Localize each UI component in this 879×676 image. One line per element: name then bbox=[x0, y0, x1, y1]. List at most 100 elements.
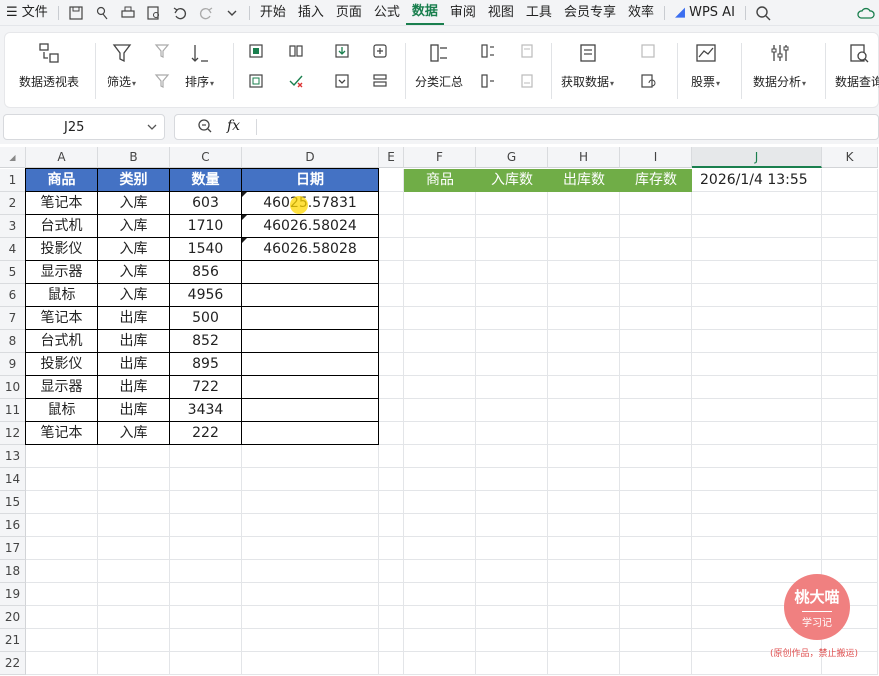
clear-filter-icon[interactable] bbox=[151, 41, 173, 61]
column-header-e[interactable]: E bbox=[379, 147, 404, 168]
tab-formula[interactable]: 公式 bbox=[368, 0, 406, 26]
table-cell[interactable]: 222 bbox=[170, 422, 242, 445]
tab-member[interactable]: 会员专享 bbox=[558, 0, 622, 26]
validation-icon[interactable] bbox=[285, 71, 307, 91]
summary-header-cell[interactable]: 出库数 bbox=[548, 169, 620, 192]
row-header-11[interactable]: 11 bbox=[0, 399, 26, 422]
sort-button[interactable]: 排序▾ bbox=[185, 41, 214, 90]
print-icon[interactable] bbox=[115, 0, 141, 26]
column-header-g[interactable]: G bbox=[476, 147, 548, 168]
reapply-filter-icon[interactable] bbox=[151, 71, 173, 91]
table-cell[interactable]: 出库 bbox=[98, 399, 170, 422]
row-header-4[interactable]: 4 bbox=[0, 238, 26, 261]
table-cell[interactable]: 出库 bbox=[98, 376, 170, 399]
tab-insert[interactable]: 插入 bbox=[292, 0, 330, 26]
records-icon[interactable] bbox=[369, 71, 391, 91]
tab-review[interactable]: 审阅 bbox=[444, 0, 482, 26]
duplicate-highlight-icon[interactable] bbox=[245, 41, 267, 61]
table-cell[interactable] bbox=[242, 284, 379, 307]
table-cell[interactable] bbox=[242, 399, 379, 422]
tab-page[interactable]: 页面 bbox=[330, 0, 368, 26]
row-header-12[interactable]: 12 bbox=[0, 422, 26, 445]
save-icon[interactable] bbox=[63, 0, 89, 26]
row-header-2[interactable]: 2 bbox=[0, 192, 26, 215]
search-icon[interactable] bbox=[750, 0, 776, 26]
chevron-down-icon[interactable] bbox=[219, 0, 245, 26]
split-column-icon[interactable] bbox=[285, 41, 307, 61]
table-cell[interactable] bbox=[242, 353, 379, 376]
row-header-16[interactable]: 16 bbox=[0, 514, 26, 537]
table-cell[interactable]: 1710 bbox=[170, 215, 242, 238]
row-header-19[interactable]: 19 bbox=[0, 583, 26, 606]
table-cell[interactable]: 台式机 bbox=[26, 330, 98, 353]
file-menu[interactable]: ☰ 文件 bbox=[0, 0, 54, 26]
row-header-14[interactable]: 14 bbox=[0, 468, 26, 491]
table-cell[interactable]: 3434 bbox=[170, 399, 242, 422]
get-data-button[interactable]: 获取数据▾ bbox=[561, 41, 614, 90]
table-cell[interactable]: 投影仪 bbox=[26, 353, 98, 376]
summary-header-cell[interactable]: 入库数 bbox=[476, 169, 548, 192]
select-all-corner[interactable]: ◢ bbox=[0, 147, 26, 168]
table-cell[interactable]: 出库 bbox=[98, 330, 170, 353]
row-header-3[interactable]: 3 bbox=[0, 215, 26, 238]
table-cell[interactable]: 895 bbox=[170, 353, 242, 376]
row-header-22[interactable]: 22 bbox=[0, 652, 26, 675]
row-header-9[interactable]: 9 bbox=[0, 353, 26, 376]
tab-home[interactable]: 开始 bbox=[254, 0, 292, 26]
table-cell[interactable]: 台式机 bbox=[26, 215, 98, 238]
column-header-f[interactable]: F bbox=[404, 147, 476, 168]
table-cell[interactable]: 1540 bbox=[170, 238, 242, 261]
tab-data[interactable]: 数据 bbox=[405, 1, 444, 25]
table-cell[interactable]: 笔记本 bbox=[26, 192, 98, 215]
table-cell[interactable] bbox=[242, 330, 379, 353]
table-cell[interactable]: 显示器 bbox=[26, 376, 98, 399]
consolidate-icon[interactable] bbox=[369, 41, 391, 61]
row-header-18[interactable]: 18 bbox=[0, 560, 26, 583]
table-cell[interactable]: 入库 bbox=[98, 284, 170, 307]
row-header-10[interactable]: 10 bbox=[0, 376, 26, 399]
spreadsheet-grid[interactable]: ◢ A B C D E F G H I J K 1 2 3 4 5 6 7 8 9 10 11 12 13 14 15 16 17 18 1… bbox=[0, 147, 879, 676]
redo-icon[interactable] bbox=[193, 0, 219, 26]
fill-icon[interactable] bbox=[331, 41, 353, 61]
duplicate-remove-icon[interactable] bbox=[245, 71, 267, 91]
tab-efficiency[interactable]: 效率 bbox=[622, 0, 660, 26]
formula-input-area[interactable]: fx bbox=[174, 114, 879, 140]
table-header-cell[interactable]: 类别 bbox=[98, 169, 170, 192]
stocks-button[interactable]: 股票▾ bbox=[691, 41, 720, 90]
table-cell[interactable]: 500 bbox=[170, 307, 242, 330]
show-detail-icon[interactable] bbox=[517, 41, 539, 61]
column-header-a[interactable]: A bbox=[26, 147, 98, 168]
zoom-formula-icon[interactable] bbox=[197, 118, 213, 138]
row-header-7[interactable]: 7 bbox=[0, 307, 26, 330]
edit-links-icon[interactable] bbox=[637, 71, 659, 91]
table-cell[interactable]: 46026.58028 bbox=[242, 238, 379, 261]
table-cell[interactable]: 出库 bbox=[98, 353, 170, 376]
table-cell[interactable]: 笔记本 bbox=[26, 307, 98, 330]
table-header-cell[interactable]: 日期 bbox=[242, 169, 379, 192]
table-cell[interactable]: 603 bbox=[170, 192, 242, 215]
ungroup-icon[interactable] bbox=[477, 71, 499, 91]
subtotal-button[interactable]: 分类汇总 bbox=[415, 41, 463, 90]
datetime-cell[interactable]: 2026/1/4 13:55 bbox=[692, 169, 822, 192]
group-icon[interactable] bbox=[477, 41, 499, 61]
row-header-20[interactable]: 20 bbox=[0, 606, 26, 629]
table-cell[interactable]: 856 bbox=[170, 261, 242, 284]
row-header-21[interactable]: 21 bbox=[0, 629, 26, 652]
print-preview-icon[interactable] bbox=[141, 0, 167, 26]
table-cell[interactable]: 鼠标 bbox=[26, 284, 98, 307]
table-cell[interactable]: 入库 bbox=[98, 238, 170, 261]
table-cell[interactable]: 笔记本 bbox=[26, 422, 98, 445]
table-cell[interactable]: 显示器 bbox=[26, 261, 98, 284]
summary-header-cell[interactable]: 商品 bbox=[404, 169, 476, 192]
row-header-17[interactable]: 17 bbox=[0, 537, 26, 560]
row-header-1[interactable]: 1 bbox=[0, 169, 26, 192]
table-header-cell[interactable]: 数量 bbox=[170, 169, 242, 192]
table-cell[interactable]: 722 bbox=[170, 376, 242, 399]
table-cell[interactable]: 入库 bbox=[98, 422, 170, 445]
summary-header-cell[interactable]: 库存数 bbox=[620, 169, 692, 192]
data-query-button[interactable]: 数据查询 bbox=[835, 41, 879, 90]
tab-tools[interactable]: 工具 bbox=[520, 0, 558, 26]
column-header-j[interactable]: J bbox=[692, 147, 822, 168]
cloud-sync-icon[interactable] bbox=[853, 0, 879, 26]
table-cell[interactable] bbox=[242, 261, 379, 284]
